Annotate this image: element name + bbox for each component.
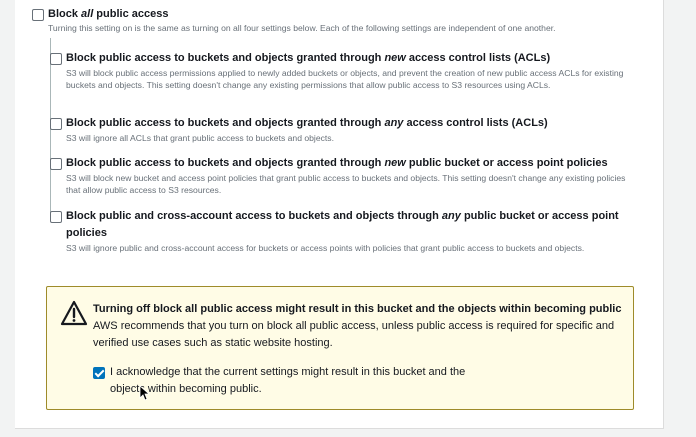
block-all-title: Block all public access [48, 8, 169, 20]
setting-any-policies-description: S3 will ignore public and cross-account … [66, 243, 585, 253]
mouse-cursor-icon [139, 385, 149, 401]
warning-body: AWS recommends that you turn on block al… [93, 320, 615, 349]
setting-new-acls-checkbox[interactable] [50, 53, 62, 65]
public-access-warning: Turning off block all public access migh… [46, 286, 634, 410]
setting-any-acls-description: S3 will ignore all ACLs that grant publi… [66, 133, 334, 143]
setting-any-acls-title: Block public access to buckets and objec… [66, 117, 548, 129]
warning-title: Turning off block all public access migh… [93, 303, 622, 315]
setting-any-acls-checkbox[interactable] [50, 118, 62, 130]
block-public-access-panel: Block all public access Turning this set… [15, 0, 664, 429]
acknowledge-label[interactable]: I acknowledge that the current settings … [110, 364, 490, 398]
setting-new-acls-title: Block public access to buckets and objec… [66, 52, 551, 64]
block-all-description: Turning this setting on is the same as t… [48, 23, 556, 33]
setting-new-acls-description: S3 will block public access permissions … [66, 68, 624, 90]
setting-any-policies-checkbox[interactable] [50, 211, 62, 223]
setting-new-policies-description: S3 will block new bucket and access poin… [66, 173, 626, 195]
setting-any-policies-title: Block public and cross-account access to… [66, 210, 619, 239]
warning-triangle-icon [60, 300, 88, 326]
acknowledge-checkbox[interactable] [93, 367, 105, 379]
setting-new-policies-checkbox[interactable] [50, 158, 62, 170]
setting-new-policies-title: Block public access to buckets and objec… [66, 157, 608, 169]
block-all-checkbox[interactable] [32, 9, 44, 21]
